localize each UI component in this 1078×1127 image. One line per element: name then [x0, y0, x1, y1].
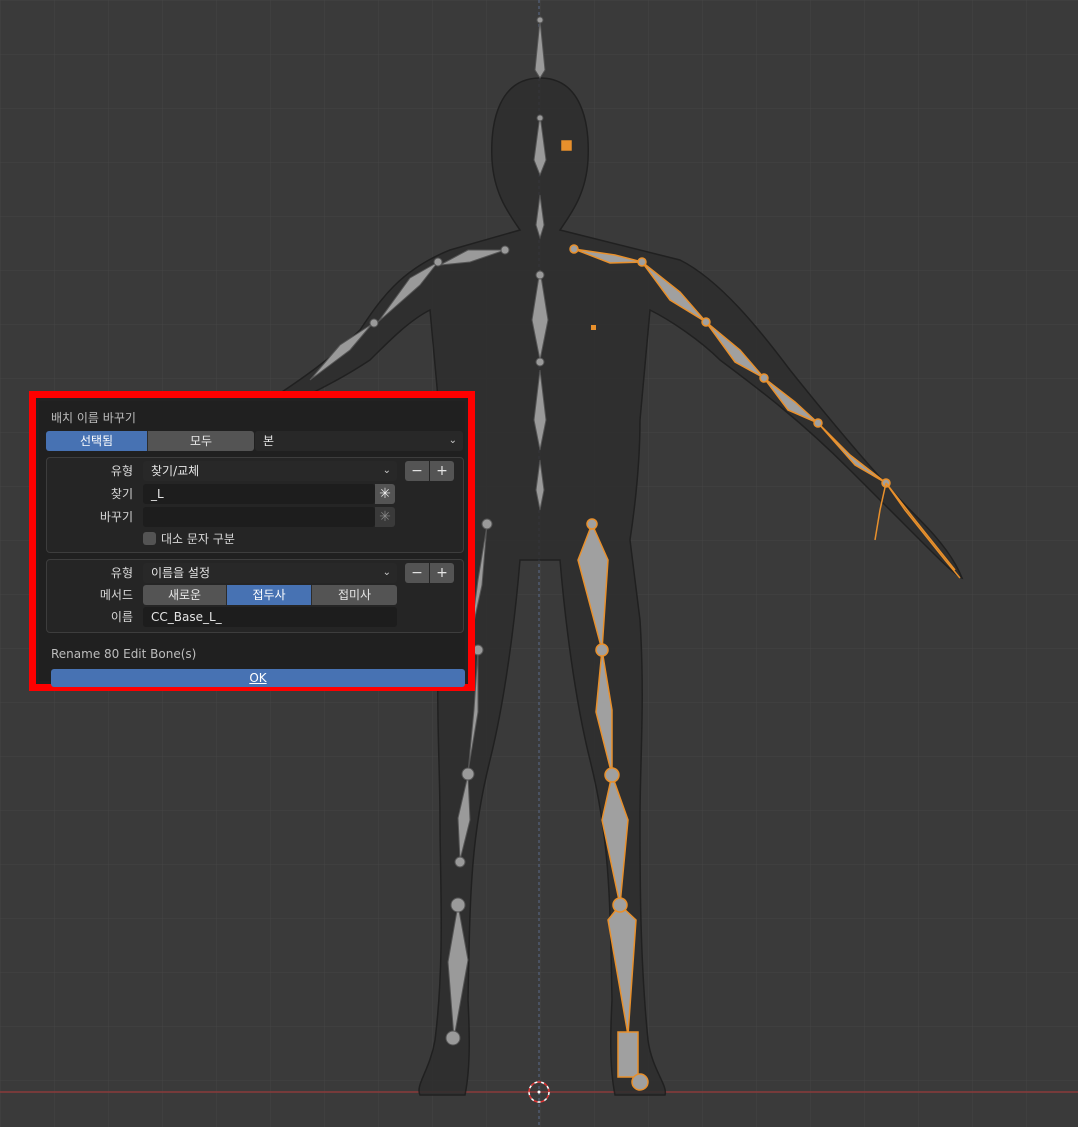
- find-input[interactable]: _L: [143, 484, 375, 504]
- ok-button[interactable]: OK: [51, 669, 465, 687]
- action-panel-find-replace: 유형 찾기/교체 ⌄ − + 찾기 _L ✳ 바꾸기 ✳ 대소 문자 구분: [46, 457, 464, 553]
- method-new-option[interactable]: 새로운: [143, 585, 227, 605]
- method-selector: 새로운 접두사 접미사: [143, 585, 397, 605]
- chevron-down-icon: ⌄: [448, 435, 457, 446]
- type-label: 유형: [110, 566, 133, 580]
- name-input[interactable]: CC_Base_L_: [143, 607, 397, 627]
- scope-selected-tab[interactable]: 선택됨: [46, 431, 148, 451]
- find-label: 찾기: [110, 487, 133, 501]
- method-label: 메서드: [99, 588, 133, 602]
- case-sensitive-checkbox[interactable]: [143, 532, 156, 545]
- batch-rename-dialog: 배치 이름 바꾸기 선택됨 모두 본 ⌄ 유형 찾기/교체 ⌄ − + 찾기 _…: [29, 391, 475, 691]
- remove-action-button[interactable]: −: [405, 461, 429, 481]
- replace-label: 바꾸기: [99, 510, 133, 524]
- data-type-dropdown[interactable]: 본 ⌄: [255, 431, 463, 451]
- remove-action-button[interactable]: −: [405, 563, 429, 583]
- chevron-down-icon: ⌄: [382, 567, 391, 578]
- data-type-value: 본: [263, 434, 275, 448]
- method-prefix-option[interactable]: 접두사: [227, 585, 312, 605]
- add-action-button[interactable]: +: [430, 461, 454, 481]
- ok-label: OK: [249, 671, 267, 685]
- case-sensitive-label: 대소 문자 구분: [161, 532, 235, 546]
- asterisk-icon[interactable]: ✳: [375, 507, 395, 527]
- method-suffix-option[interactable]: 접미사: [312, 585, 397, 605]
- action-panel-set-name: 유형 이름을 설정 ⌄ − + 메서드 새로운 접두사 접미사 이름 CC_Ba…: [46, 559, 464, 633]
- chevron-down-icon: ⌄: [382, 465, 391, 476]
- name-label: 이름: [110, 610, 133, 624]
- type-value: 찾기/교체: [151, 464, 200, 478]
- type-dropdown[interactable]: 이름을 설정 ⌄: [143, 563, 397, 583]
- type-value: 이름을 설정: [151, 566, 211, 580]
- dialog-body: 배치 이름 바꾸기 선택됨 모두 본 ⌄ 유형 찾기/교체 ⌄ − + 찾기 _…: [39, 401, 465, 687]
- rename-status: Rename 80 Edit Bone(s): [51, 647, 197, 661]
- dialog-title: 배치 이름 바꾸기: [51, 411, 136, 425]
- add-action-button[interactable]: +: [430, 563, 454, 583]
- replace-input[interactable]: [143, 507, 375, 527]
- scope-all-tab[interactable]: 모두: [148, 431, 254, 451]
- scope-selector: 선택됨 모두: [46, 431, 254, 451]
- type-label: 유형: [110, 464, 133, 478]
- type-dropdown[interactable]: 찾기/교체 ⌄: [143, 461, 397, 481]
- asterisk-icon[interactable]: ✳: [375, 484, 395, 504]
